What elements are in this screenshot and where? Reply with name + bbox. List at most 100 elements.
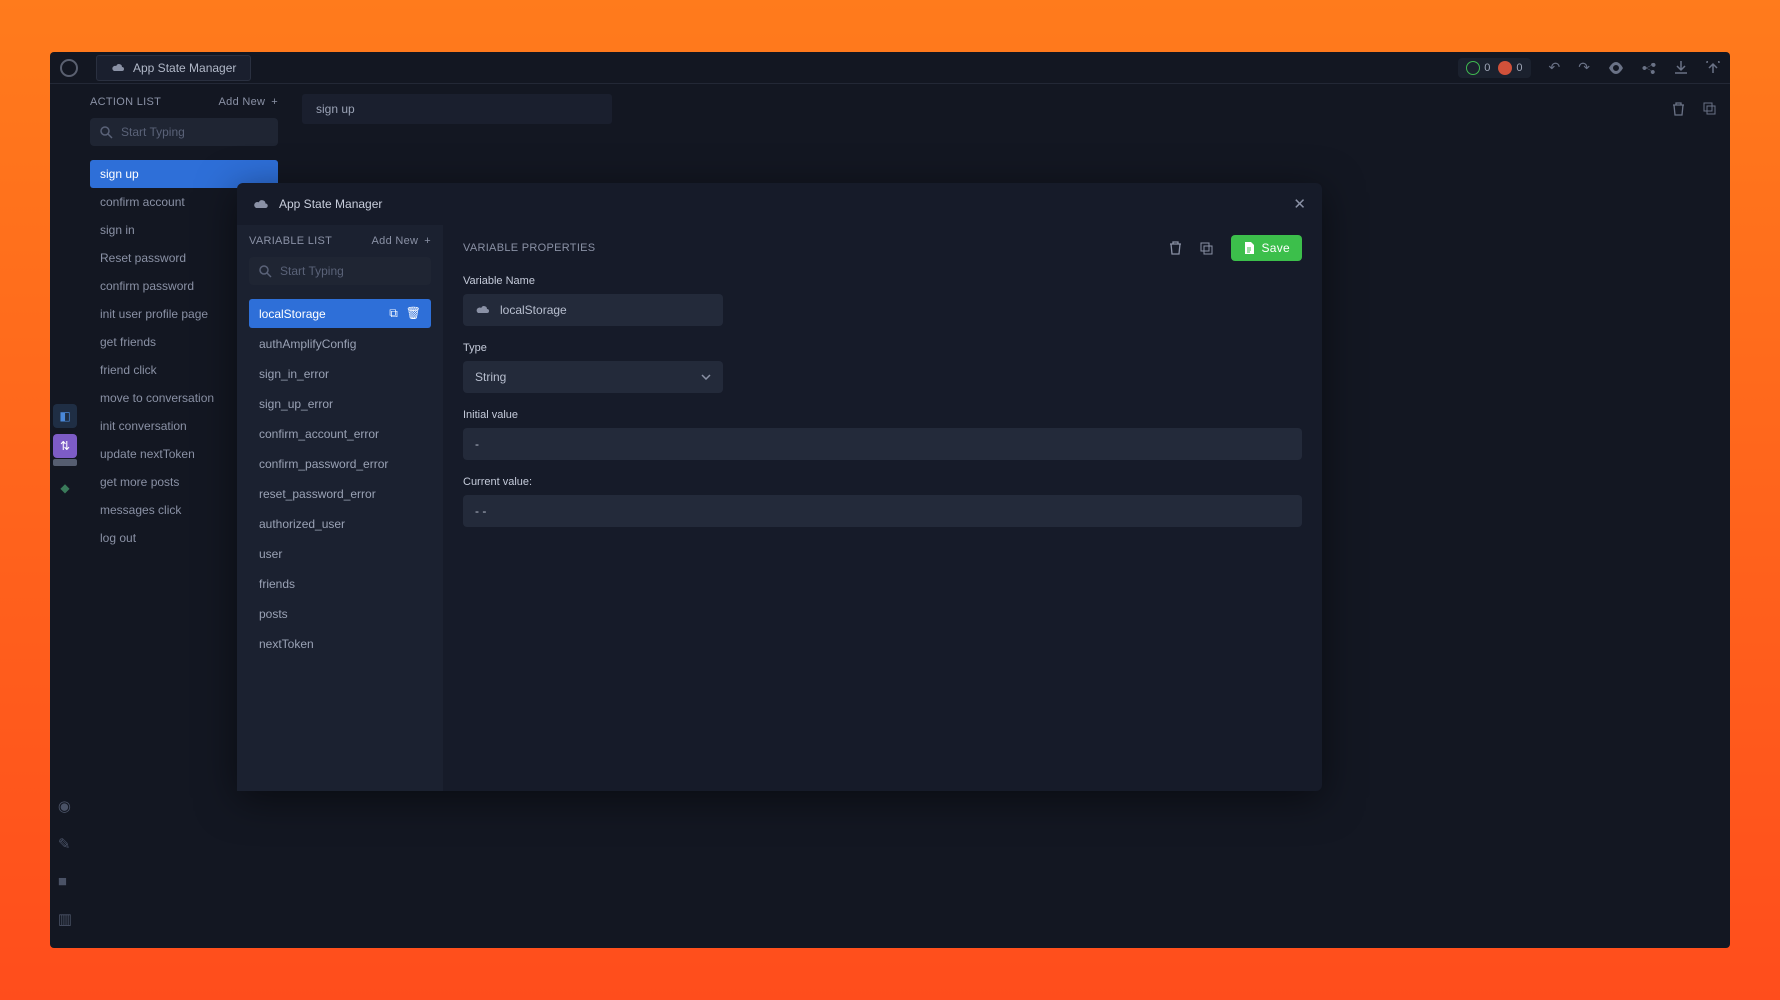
redo-icon[interactable]: ↷: [1578, 59, 1590, 76]
toolbar-icons: ↶ ↷: [1549, 59, 1720, 76]
current-value: - -: [475, 504, 486, 518]
page-header-icons: [1672, 102, 1716, 116]
current-value-label: Current value:: [463, 476, 1302, 488]
cloud-icon: [475, 305, 490, 315]
download-icon[interactable]: [1674, 61, 1688, 75]
properties-header: VARIABLE PROPERTIES Save: [463, 235, 1302, 261]
rail-wand-icon[interactable]: ✎: [58, 835, 72, 853]
variable-item[interactable]: friends: [249, 570, 431, 598]
action-add-new[interactable]: Add New +: [219, 96, 278, 108]
variable-item[interactable]: sign_up_error: [249, 390, 431, 418]
copy-icon[interactable]: [1703, 102, 1716, 116]
save-button[interactable]: Save: [1231, 235, 1302, 261]
search-icon: [259, 265, 272, 278]
type-select[interactable]: String: [463, 361, 723, 393]
rail-bottom: ◉ ✎ ■ ▥: [58, 797, 72, 928]
rail-book-icon[interactable]: ▥: [58, 910, 72, 928]
variable-item-label: authAmplifyConfig: [259, 337, 356, 351]
variable-name-label: Variable Name: [463, 275, 1302, 287]
modal-body: VARIABLE LIST Add New + localStorage ⧉ 🗑 au…: [237, 225, 1322, 791]
rail-data-icon[interactable]: ◆: [53, 476, 77, 500]
upload-icon[interactable]: [1706, 61, 1720, 75]
save-label: Save: [1261, 241, 1290, 255]
error-circle-icon: [1498, 61, 1512, 75]
rail-eye-icon[interactable]: ◉: [58, 797, 72, 815]
variable-list-title: VARIABLE LIST: [249, 235, 332, 247]
variable-list-panel: VARIABLE LIST Add New + localStorage ⧉ 🗑 au…: [237, 225, 443, 791]
page-title-input[interactable]: sign up: [302, 94, 612, 124]
error-count: 0: [1516, 62, 1522, 74]
action-search[interactable]: [90, 118, 278, 146]
left-rail: ◧ ⇅ ◆ ◉ ✎ ■ ▥: [50, 84, 80, 948]
variable-item-label: sign_up_error: [259, 397, 333, 411]
search-icon: [100, 126, 113, 139]
variable-name-value: localStorage: [500, 303, 567, 317]
save-file-icon: [1243, 242, 1255, 255]
variable-search-input[interactable]: [280, 264, 435, 278]
variable-item-label: reset_password_error: [259, 487, 376, 501]
variable-item[interactable]: user: [249, 540, 431, 568]
state-manager-modal: App State Manager ✕ VARIABLE LIST Add Ne…: [237, 183, 1322, 791]
variable-add-new[interactable]: Add New +: [372, 235, 431, 247]
cloud-icon: [111, 63, 125, 73]
initial-value-field[interactable]: -: [463, 428, 1302, 460]
variable-item-label: localStorage: [259, 307, 326, 321]
action-list-title: ACTION LIST: [90, 96, 161, 108]
preview-icon[interactable]: [1608, 62, 1624, 74]
variable-item[interactable]: confirm_account_error: [249, 420, 431, 448]
share-icon[interactable]: [1642, 61, 1656, 75]
page-title: sign up: [316, 102, 355, 116]
action-list-header: ACTION LIST Add New +: [90, 96, 278, 108]
trash-icon[interactable]: [1672, 102, 1685, 116]
variable-item-label: nextToken: [259, 637, 314, 651]
variable-item-label: posts: [259, 607, 288, 621]
variable-list: localStorage ⧉ 🗑 authAmplifyConfig sign_in_e…: [249, 299, 431, 658]
variable-item[interactable]: confirm_password_error: [249, 450, 431, 478]
initial-value-label: Initial value: [463, 409, 1302, 421]
variable-item[interactable]: authorized_user: [249, 510, 431, 538]
error-badge: 0: [1498, 61, 1522, 75]
modal-title: App State Manager: [279, 197, 382, 211]
check-circle-icon: [1466, 61, 1480, 75]
action-search-input[interactable]: [121, 125, 276, 139]
chevron-down-icon: [701, 374, 711, 380]
tab-app-state-manager[interactable]: App State Manager: [96, 55, 251, 81]
rail-state-icon[interactable]: ⇅: [53, 434, 77, 458]
copy-icon[interactable]: [1200, 242, 1213, 255]
variable-search[interactable]: [249, 257, 431, 285]
page-header: sign up: [302, 94, 1716, 124]
rail-video-icon[interactable]: ■: [58, 873, 72, 890]
app-window: App State Manager 0 0 ↶ ↷: [50, 52, 1730, 948]
app-logo-icon: [60, 59, 78, 77]
cloud-icon: [253, 199, 269, 210]
undo-icon[interactable]: ↶: [1549, 59, 1561, 76]
topbar: App State Manager 0 0 ↶ ↷: [50, 52, 1730, 84]
close-icon[interactable]: ✕: [1293, 195, 1306, 213]
add-new-label: Add New: [372, 235, 419, 247]
plus-icon: +: [271, 96, 278, 108]
variable-list-header: VARIABLE LIST Add New +: [249, 235, 431, 247]
properties-title: VARIABLE PROPERTIES: [463, 242, 595, 254]
variable-item[interactable]: authAmplifyConfig: [249, 330, 431, 358]
trash-icon[interactable]: [1169, 241, 1182, 255]
copy-icon[interactable]: ⧉: [389, 306, 398, 321]
tab-label: App State Manager: [133, 61, 236, 75]
type-value: String: [475, 370, 506, 384]
variable-item[interactable]: nextToken: [249, 630, 431, 658]
variable-item[interactable]: reset_password_error: [249, 480, 431, 508]
success-badge: 0: [1466, 61, 1490, 75]
variable-item-label: authorized_user: [259, 517, 345, 531]
variable-name-field[interactable]: localStorage: [463, 294, 723, 326]
modal-header: App State Manager ✕: [237, 183, 1322, 225]
variable-item[interactable]: posts: [249, 600, 431, 628]
variable-properties-panel: VARIABLE PROPERTIES Save: [443, 225, 1322, 791]
trash-icon[interactable]: 🗑: [406, 306, 421, 321]
rail-component-icon[interactable]: ◧: [53, 404, 77, 428]
initial-value: -: [475, 437, 479, 451]
variable-item-label: confirm_password_error: [259, 457, 388, 471]
plus-icon: +: [424, 235, 431, 247]
status-badges: 0 0: [1458, 58, 1530, 78]
variable-item-label: user: [259, 547, 282, 561]
variable-item[interactable]: localStorage ⧉ 🗑: [249, 299, 431, 328]
variable-item[interactable]: sign_in_error: [249, 360, 431, 388]
